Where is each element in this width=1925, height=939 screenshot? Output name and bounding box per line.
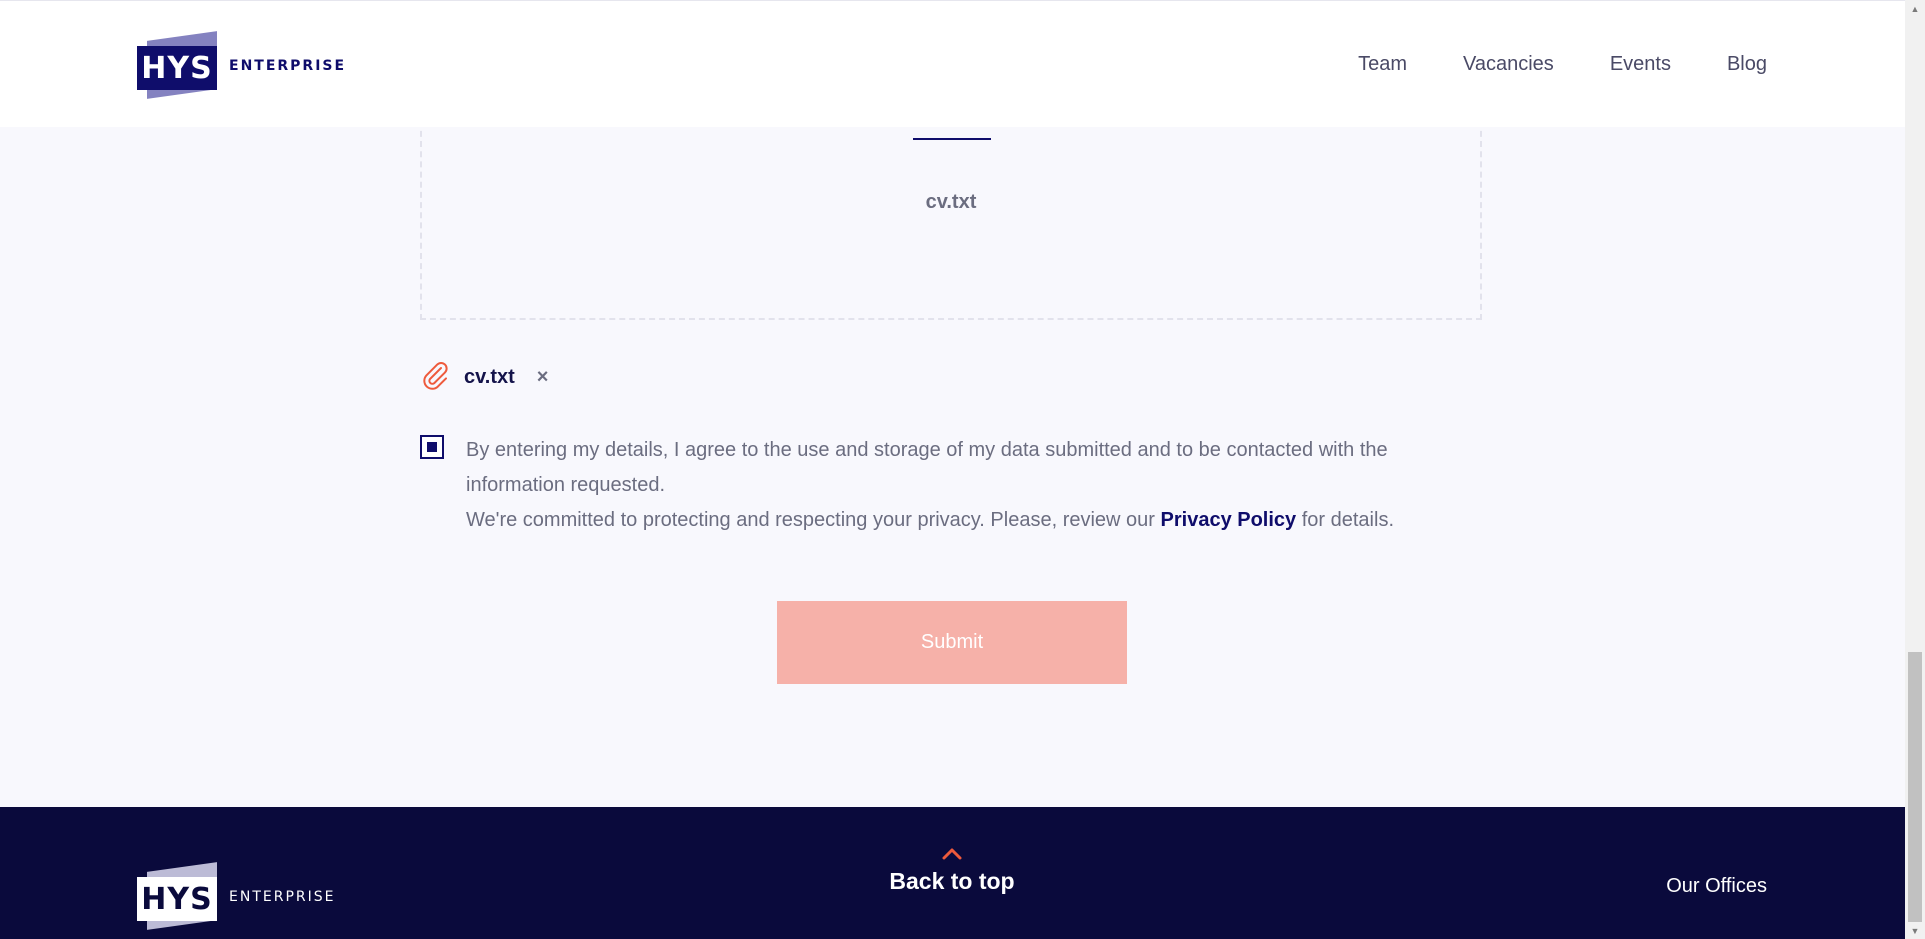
page: HYS ENTERPRISE Team Vacancies Events Blo… [0,0,1905,939]
logo[interactable]: HYS ENTERPRISE [137,31,347,99]
back-to-top-label: Back to top [889,868,1015,894]
nav-item-vacancies[interactable]: Vacancies [1463,53,1554,76]
privacy-notice: We're committed to protecting and respec… [466,503,1400,538]
footer-logo-mark: HYS [137,862,219,930]
paperclip-icon [420,360,450,395]
scrollbar-thumb[interactable] [1908,652,1922,922]
footer-logo[interactable]: HYS ENTERPRISE [137,862,336,930]
privacy-policy-link[interactable]: Privacy Policy [1161,509,1297,531]
footer-logo-text: HYS [137,877,217,921]
consent-text: By entering my details, I agree to the u… [466,433,1400,538]
dropzone-underline [913,138,991,140]
nav-item-blog[interactable]: Blog [1727,53,1767,76]
back-to-top-button[interactable]: Back to top [852,847,1052,895]
privacy-notice-after: for details. [1296,509,1394,531]
logo-subtext: ENTERPRISE [229,58,347,74]
nav-item-team[interactable]: Team [1358,53,1407,76]
attachment-filename: cv.txt [464,366,515,388]
site-footer: HYS ENTERPRISE Back to top Our Offices [0,807,1905,939]
chevron-up-icon [941,848,963,865]
logo-mark: HYS [137,31,219,99]
checkbox-check-mark [427,442,437,452]
our-offices-link[interactable]: Our Offices [1666,875,1767,898]
consent-agreement-text: By entering my details, I agree to the u… [466,439,1388,496]
page-scrollbar[interactable]: ▲ ▼ [1905,0,1925,939]
privacy-notice-before: We're committed to protecting and respec… [466,509,1161,531]
footer-logo-subtext: ENTERPRISE [229,889,336,905]
site-header: HYS ENTERPRISE Team Vacancies Events Blo… [0,0,1905,127]
scroll-down-arrow-icon[interactable]: ▼ [1905,922,1925,939]
scroll-up-arrow-icon[interactable]: ▲ [1905,0,1925,17]
nav-item-events[interactable]: Events [1610,53,1671,76]
remove-attachment-button[interactable]: × [537,366,549,389]
consent-checkbox[interactable] [420,435,444,459]
submit-button[interactable]: Submit [777,601,1127,684]
dropzone-filename: cv.txt [925,191,977,213]
consent-block: By entering my details, I agree to the u… [420,433,1400,538]
attachment-row: cv.txt × [420,360,548,395]
main-nav: Team Vacancies Events Blog [1358,53,1767,76]
logo-text: HYS [137,46,217,90]
